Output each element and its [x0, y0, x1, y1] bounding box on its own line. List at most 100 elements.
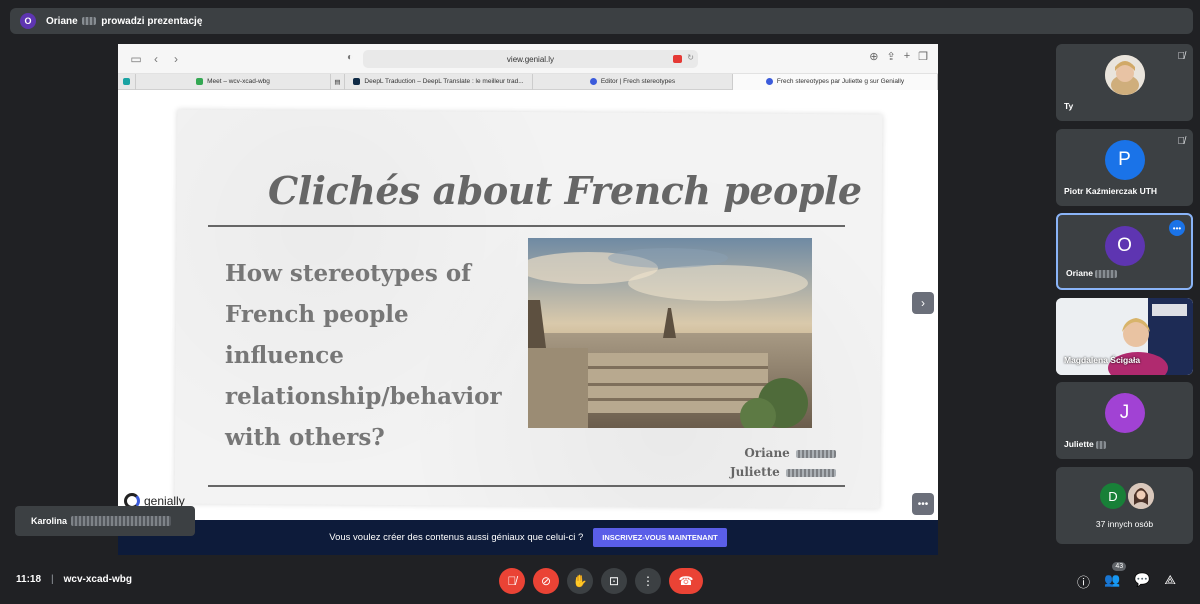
mic-toggle-button[interactable]: 🎙̸: [499, 568, 525, 594]
participant-name: Piotr Kaźmierczak UTH: [1064, 186, 1158, 196]
sidebar-icon[interactable]: ▭: [126, 52, 146, 66]
download-icon[interactable]: ⊕: [869, 50, 878, 63]
slide-viewport: Clichés about French people How stereoty…: [118, 90, 938, 520]
tile-menu-button[interactable]: •••: [1169, 220, 1185, 236]
participant-tile-presenter[interactable]: O ••• Oriane: [1056, 213, 1193, 290]
mic-off-icon: 🎙̸: [1177, 51, 1186, 62]
shield-icon: ◐: [346, 52, 354, 63]
mic-off-icon: 🎙̸: [1177, 136, 1186, 147]
shared-screen: ▭ ‹ › ◐ view.genial.ly ↻ ⊕ ⇪ + ❐ Meet – …: [118, 44, 938, 555]
question-line: How stereotypes of: [225, 260, 472, 287]
url-text: view.genial.ly: [506, 54, 555, 64]
blurred-surname: [71, 516, 172, 526]
present-icon: ⊡: [608, 574, 620, 588]
self-view-tag[interactable]: Karolina: [15, 506, 195, 536]
presenter-label: Oriane prowadzi prezentację: [46, 16, 202, 27]
people-count-badge: 43: [1112, 562, 1127, 571]
tab-meet[interactable]: Meet – wcv-xcad-wbg: [136, 73, 331, 90]
share-icon[interactable]: ⇪: [886, 50, 895, 63]
tab-label: Meet – wcv-xcad-wbg: [207, 78, 270, 85]
raise-hand-button[interactable]: ✋: [567, 568, 593, 594]
participant-tile-video[interactable]: Magdalena Ścigała: [1056, 298, 1193, 375]
participant-name: Ty: [1064, 101, 1074, 111]
more-options-button[interactable]: •••: [912, 493, 934, 515]
meeting-code: wcv-xcad-wbg: [63, 574, 132, 585]
author-1: Oriane: [730, 444, 838, 463]
others-tile[interactable]: D 37 innych osób: [1056, 467, 1193, 544]
mic-off-icon: 🎙̸: [507, 574, 517, 588]
new-tab-icon[interactable]: +: [904, 50, 910, 63]
others-avatars: D: [1100, 483, 1154, 509]
back-icon[interactable]: ‹: [146, 52, 166, 66]
participant-name: Juliette: [1064, 439, 1108, 449]
tabs-overview-icon[interactable]: ❐: [918, 50, 928, 63]
forward-icon[interactable]: ›: [166, 52, 186, 66]
recording-icon: [673, 55, 682, 63]
question-line: French people influence: [225, 301, 409, 369]
side-panel-controls: ⓘ 👥 43 💬 ⟁: [1077, 562, 1176, 591]
tab-group-icon[interactable]: ▤: [331, 73, 345, 90]
signup-banner: Vous voulez créer des contenus aussi gén…: [118, 520, 938, 555]
leave-call-button[interactable]: ☎: [669, 568, 703, 594]
pinned-tab-icon: [123, 78, 130, 85]
signup-button[interactable]: INSCRIVEZ-VOUS MAINTENANT: [593, 528, 727, 547]
self-photo-avatar: [1104, 55, 1145, 95]
camera-toggle-button[interactable]: ⊘: [533, 568, 559, 594]
participant-avatar: D: [1100, 483, 1126, 509]
title-rule: [208, 225, 845, 227]
meet-tab-icon: [196, 78, 204, 85]
presenter-name: Oriane: [46, 15, 78, 27]
more-options-button[interactable]: ⋮: [635, 568, 661, 594]
presenter-avatar: O: [20, 13, 36, 29]
deepl-tab-icon: [353, 78, 361, 85]
reload-icon[interactable]: ↻: [687, 53, 694, 62]
participant-name: Magdalena Ścigała: [1064, 355, 1141, 365]
pinned-tab[interactable]: [118, 73, 136, 90]
question-line: with others?: [225, 424, 385, 451]
meet-window: O Oriane prowadzi prezentację ▭ ‹ › ◐ vi…: [0, 0, 1200, 604]
people-icon: 👥: [1104, 572, 1121, 587]
address-bar[interactable]: view.genial.ly ↻: [363, 50, 698, 68]
participant-photo-avatar: [1128, 483, 1154, 509]
people-button[interactable]: 👥 43: [1104, 562, 1127, 591]
genially-tab-icon: [765, 78, 773, 85]
footer-rule: [208, 485, 845, 487]
participant-avatar: O: [1104, 226, 1145, 266]
presenter-bar: O Oriane prowadzi prezentację: [10, 8, 1193, 34]
more-vert-icon: ⋮: [642, 574, 654, 588]
genially-tab-icon: [589, 78, 597, 85]
info-icon[interactable]: ⓘ: [1077, 572, 1090, 591]
slide-title: Clichés about French people: [268, 168, 862, 213]
tab-label: Editor | Frech stereotypes: [600, 78, 676, 85]
slide-authors: Oriane Juliette: [730, 444, 838, 482]
present-button[interactable]: ⊡: [601, 568, 627, 594]
tab-editor[interactable]: Editor | Frech stereotypes: [533, 73, 733, 90]
participant-tile[interactable]: J Juliette: [1056, 382, 1193, 459]
end-call-icon: ☎: [678, 574, 694, 588]
blurred-surname: [82, 16, 97, 25]
chat-icon[interactable]: 💬: [1134, 572, 1150, 591]
participant-avatar: P: [1104, 140, 1145, 180]
meeting-info: 11:18 | wcv-xcad-wbg: [16, 574, 132, 585]
tab-label: Frech stereotypes par Juliette g sur Gen…: [776, 78, 905, 85]
question-line: relationship/behavior: [225, 383, 502, 410]
participant-avatar: J: [1104, 393, 1145, 433]
raise-hand-icon: ✋: [572, 574, 588, 588]
participant-tile[interactable]: P 🎙̸ Piotr Kaźmierczak UTH: [1056, 129, 1193, 206]
author-2: Juliette: [730, 463, 838, 482]
meeting-time: 11:18: [16, 574, 42, 585]
next-slide-button[interactable]: ›: [912, 292, 934, 314]
signup-text: Vous voulez créer des contenus aussi gén…: [329, 532, 584, 543]
tab-label: DeepL Traduction – DeepL Translate : le …: [364, 78, 524, 85]
participant-tile-self[interactable]: 🎙̸ Ty: [1056, 44, 1193, 121]
browser-toolbar: ▭ ‹ › ◐ view.genial.ly ↻ ⊕ ⇪ + ❐: [118, 44, 938, 74]
tab-presentation[interactable]: Frech stereotypes par Juliette g sur Gen…: [733, 73, 938, 90]
others-count-label: 37 innych osób: [1095, 519, 1154, 529]
paris-photo: [528, 238, 812, 428]
browser-tabs: Meet – wcv-xcad-wbg ▤ DeepL Traduction –…: [118, 73, 938, 90]
camera-off-icon: ⊘: [540, 574, 552, 588]
call-controls: 🎙̸ ⊘ ✋ ⊡ ⋮ ☎: [499, 568, 703, 594]
self-view-name: Karolina: [31, 516, 68, 526]
activities-icon[interactable]: ⟁: [1164, 572, 1176, 591]
tab-deepl[interactable]: DeepL Traduction – DeepL Translate : le …: [345, 73, 533, 90]
